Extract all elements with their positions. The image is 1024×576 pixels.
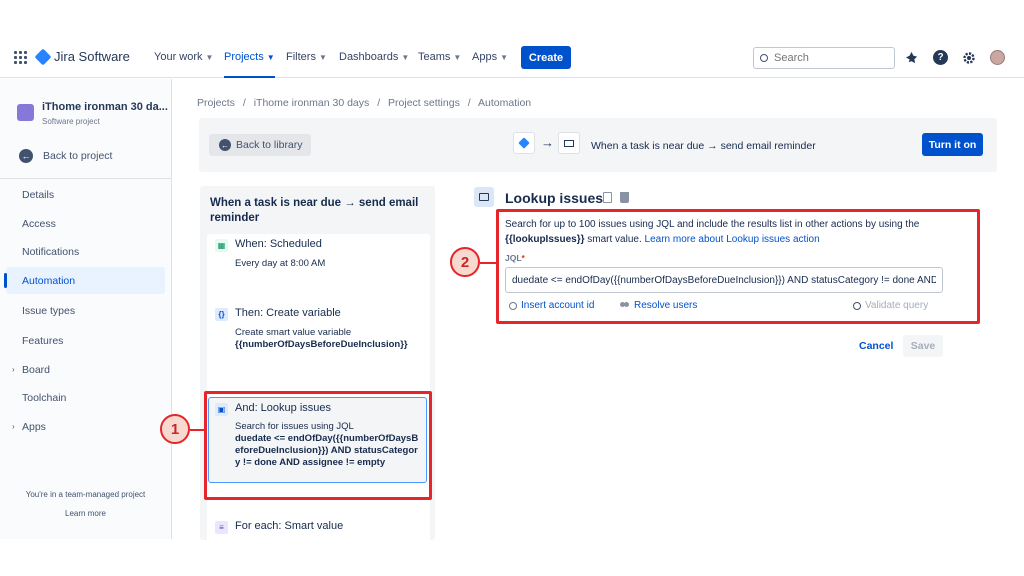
annotation-marker-2: 2 (450, 247, 480, 277)
breadcrumb-separator: / (242, 97, 246, 109)
search-input[interactable] (774, 52, 884, 64)
calendar-icon: ▦ (215, 239, 228, 252)
logo-text: Jira Software (54, 49, 130, 64)
project-name[interactable]: iThome ironman 30 da... (42, 101, 168, 113)
nav-projects[interactable]: Projects ▼ (224, 51, 275, 78)
lookup-issues-title: Lookup issues (505, 190, 604, 206)
chevron-down-icon: ▼ (205, 52, 214, 62)
sidebar-item-details[interactable]: Details (6, 181, 165, 208)
chevron-down-icon: ▼ (318, 52, 327, 62)
arrow-left-icon: ← (19, 149, 33, 163)
notifications-icon[interactable] (904, 50, 919, 65)
app-switcher-icon[interactable] (14, 51, 27, 64)
help-icon[interactable]: ? (933, 50, 948, 65)
breadcrumb-projects[interactable]: Projects (197, 97, 235, 109)
chevron-down-icon: ▼ (401, 52, 410, 62)
rule-toolbar: ← Back to library → When a task is near … (199, 118, 997, 172)
team-managed-note: You're in a team-managed project (25, 490, 146, 499)
chevron-right-icon: › (12, 422, 15, 431)
rule-name: When a task is near due → send email rem… (591, 140, 816, 152)
sidebar-item-automation[interactable]: Automation (4, 267, 165, 294)
sidebar-divider (0, 178, 171, 179)
create-button[interactable]: Create (521, 46, 571, 69)
chevron-down-icon: ▼ (500, 52, 508, 62)
sidebar-item-apps[interactable]: › Apps (6, 413, 165, 440)
jira-diamond-icon (34, 48, 52, 65)
annotation-marker-1: 1 (160, 414, 190, 444)
project-type: Software project (42, 117, 100, 126)
sidebar-item-notifications[interactable]: Notifications (6, 238, 165, 265)
sidebar-item-access[interactable]: Access (6, 210, 165, 237)
nav-dashboards[interactable]: Dashboards ▼ (339, 51, 409, 63)
annotation-box-2 (496, 209, 980, 324)
project-avatar-icon (17, 104, 34, 121)
top-navigation: Jira Software Your work ▼ Projects ▼ Filte… (0, 38, 1024, 78)
learn-more-link[interactable]: Learn more (0, 509, 171, 518)
breadcrumb: Projects / iThome ironman 30 days / Proj… (197, 97, 536, 109)
project-sidebar: iThome ironman 30 da... Software project… (0, 79, 172, 539)
user-avatar[interactable] (990, 50, 1005, 65)
arrow-right-icon: → (541, 135, 554, 150)
nav-your-work[interactable]: Your work ▼ (154, 51, 213, 63)
breadcrumb-separator: / (377, 97, 381, 109)
annotation-connector-2 (480, 262, 498, 264)
nav-apps[interactable]: Apps ▼ (472, 51, 508, 63)
nav-filters[interactable]: Filters ▼ (286, 51, 327, 63)
breadcrumb-project-settings[interactable]: Project settings (388, 97, 460, 109)
sidebar-item-toolchain[interactable]: Toolchain (6, 384, 165, 411)
jira-logo[interactable]: Jira Software (34, 48, 130, 65)
sidebar-item-issue-types[interactable]: Issue types (6, 297, 165, 324)
breadcrumb-project[interactable]: iThome ironman 30 days (254, 97, 370, 109)
sidebar-item-board[interactable]: › Board (6, 356, 165, 383)
back-to-library-button[interactable]: ← Back to library (209, 134, 311, 156)
nav-teams[interactable]: Teams ▼ (418, 51, 461, 63)
sidebar-item-features[interactable]: Features (6, 327, 165, 354)
braces-icon: {} (215, 308, 228, 321)
chevron-down-icon: ▼ (453, 52, 462, 62)
lookup-issues-icon (474, 187, 494, 207)
rule-panel-title[interactable]: When a task is near due → send email rem… (210, 196, 425, 226)
copy-icon[interactable] (603, 192, 612, 203)
save-button[interactable]: Save (903, 335, 943, 357)
settings-gear-icon[interactable] (961, 50, 976, 65)
arrow-left-icon: ← (219, 139, 231, 151)
search-icon (760, 54, 768, 62)
search-box[interactable] (753, 47, 895, 69)
breadcrumb-automation[interactable]: Automation (478, 97, 531, 109)
chevron-down-icon: ▼ (266, 52, 275, 62)
annotation-box-1 (204, 391, 432, 500)
email-icon (558, 132, 580, 154)
branch-icon: ≡ (215, 521, 228, 534)
breadcrumb-separator: / (467, 97, 471, 109)
chevron-right-icon: › (12, 365, 15, 374)
back-to-project-link[interactable]: ← Back to project (19, 149, 112, 163)
turn-it-on-button[interactable]: Turn it on (922, 133, 983, 156)
annotation-connector-1 (190, 429, 206, 431)
trigger-icon (513, 132, 535, 154)
trash-icon[interactable] (620, 192, 629, 203)
cancel-button[interactable]: Cancel (859, 340, 893, 352)
